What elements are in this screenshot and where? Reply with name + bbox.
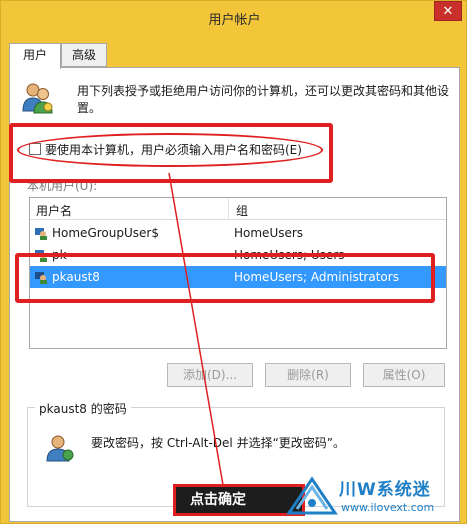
user-name: HomeGroupUser$ xyxy=(52,226,159,240)
list-header: 用户名 组 xyxy=(30,198,446,220)
title-bar[interactable]: 用户帐户 ✕ xyxy=(1,1,467,35)
description-text: 用下列表授予或拒绝用户访问你的计算机，还可以更改其密码和其他设置。 xyxy=(77,84,450,115)
tab-users[interactable]: 用户 xyxy=(9,43,61,69)
delete-button[interactable]: 删除(R) xyxy=(265,363,351,387)
watermark-url: www.ilovext.com xyxy=(341,501,435,514)
user-accounts-window: 用户帐户 ✕ 用户 高级 用下列表授予或拒绝用户访问你的计算机，还可以更改其密码… xyxy=(0,0,467,524)
tab-advanced[interactable]: 高级 xyxy=(61,43,107,67)
table-row[interactable]: HomeGroupUser$ HomeUsers xyxy=(30,222,446,244)
user-icon xyxy=(35,228,47,240)
column-header-username[interactable]: 用户名 xyxy=(36,202,72,219)
add-button[interactable]: 添加(D)... xyxy=(167,363,253,387)
user-password-icon xyxy=(46,435,74,462)
properties-button[interactable]: 属性(O) xyxy=(363,363,445,387)
column-divider[interactable] xyxy=(228,198,229,220)
highlight-ellipse-checkbox xyxy=(17,133,323,167)
user-group: HomeUsers xyxy=(234,226,304,240)
watermark: 川W系统迷 www.ilovext.com xyxy=(281,471,467,524)
watermark-logo-icon xyxy=(286,476,338,515)
change-password-hint: 要改密码，按 Ctrl-Alt-Del 并选择“更改密码”。 xyxy=(91,436,346,450)
column-header-group[interactable]: 组 xyxy=(236,202,248,219)
users-icon xyxy=(22,83,53,114)
window-title: 用户帐户 xyxy=(208,13,261,28)
close-button[interactable]: ✕ xyxy=(434,1,462,21)
password-group-title: pkaust8 的密码 xyxy=(35,400,131,417)
watermark-title: 川W系统迷 xyxy=(339,480,431,500)
highlight-box-selected-user xyxy=(15,253,435,303)
close-icon: ✕ xyxy=(442,4,454,19)
